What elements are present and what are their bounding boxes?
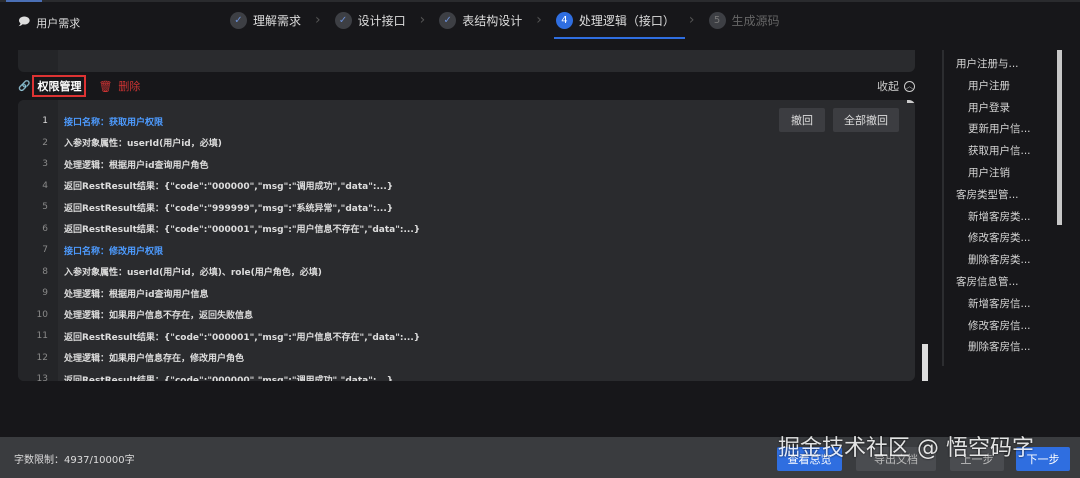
code-line: 5 返回RestResult结果：{"code":"999999","msg":"… — [18, 197, 393, 217]
outline-item[interactable]: 用户注销 — [968, 165, 1010, 180]
line-text: 返回RestResult结果：{"code":"000001","msg":"用… — [64, 332, 421, 343]
line-text: 处理逻辑：根据用户id查询用户角色 — [64, 160, 209, 171]
line-number: 2 — [42, 137, 48, 148]
code-line: 6 返回RestResult结果：{"code":"000001","msg":"… — [18, 219, 420, 239]
line-text: 入参对象属性：userId(用户id，必填)、role(用户角色，必填) — [64, 268, 322, 278]
step-label: 设计接口 — [357, 13, 406, 28]
word-limit: 字数限制：4937/10000字 — [14, 455, 135, 466]
line-number: 1 — [42, 116, 48, 126]
outline-item[interactable]: 用户登录 — [968, 100, 1010, 115]
line-number: 4 — [42, 180, 48, 191]
line-text: 入参对象属性：userId(用户id，必填) — [64, 139, 222, 149]
outline-item[interactable]: 客房信息管... — [956, 274, 1019, 289]
step-3[interactable]: ✓ 表结构设计 — [439, 8, 522, 32]
code-line: 10 处理逻辑：如果用户信息不存在，返回失败信息 — [18, 305, 253, 325]
step-number: ✓ — [334, 11, 352, 29]
revert-all-button[interactable]: 全部撤回 — [833, 108, 899, 132]
code-line: 8 入参对象属性：userId(用户id，必填)、role(用户角色，必填) — [18, 262, 322, 282]
chevron-up-icon: ︿ — [904, 80, 915, 92]
step-number: ✓ — [230, 11, 247, 29]
header: 🗩 用户需求 ✓ 理解需求 › ✓ 设计接口 › ✓ 表结构设计 › 4 处理逻辑（接口） › 5 生成源码 — [0, 2, 1080, 39]
line-text: 处理逻辑：根据用户id查询用户信息 — [64, 289, 209, 300]
stepper: ✓ 理解需求 › ✓ 设计接口 › ✓ 表结构设计 › 4 处理逻辑（接口） › 5 生成源码 — [230, 8, 780, 39]
line-number: 12 — [36, 352, 48, 363]
code-line: 13 返回RestResult结果：{"code":"000000","msg":… — [18, 369, 394, 382]
outline-item[interactable]: 用户注册 — [968, 78, 1010, 93]
code-line: 12 处理逻辑：如果用户信息存在，修改用户角色 — [18, 348, 244, 368]
code-line: 3 处理逻辑：根据用户id查询用户角色 — [18, 154, 209, 174]
outline-item[interactable]: 获取用户信... — [968, 143, 1031, 158]
outline-item[interactable]: 新增客房信... — [968, 296, 1031, 311]
step-number: 5 — [708, 11, 726, 29]
line-number: 8 — [42, 266, 48, 277]
step-1[interactable]: ✓ 理解需求 — [230, 8, 301, 32]
line-number: 5 — [42, 202, 48, 212]
outline-item[interactable]: 新增客房类... — [968, 209, 1031, 224]
previous-section-editor — [18, 50, 915, 72]
comment-icon: 🗩 — [18, 15, 31, 28]
code-line: 4 返回RestResult结果：{"code":"000000","msg":"… — [18, 176, 393, 196]
link-icon: 🔗 — [18, 80, 31, 92]
step-label: 处理逻辑（接口） — [578, 13, 675, 28]
outline-panel: 用户注册与... 用户注册用户登录更新用户信... 获取用户信... 用户注销客房类型… — [942, 50, 1074, 366]
watermark: 掘金技术社区 @ 悟空码字 — [778, 436, 1034, 461]
code-line: 7 接口名称：修改用户权限 — [18, 240, 163, 260]
line-number: 10 — [36, 309, 48, 320]
outline-item[interactable]: 更新用户信... — [968, 121, 1031, 136]
section-name[interactable]: 权限管理 — [32, 75, 87, 97]
line-text: 接口名称：修改用户权限 — [64, 246, 164, 257]
outline-item[interactable]: 修改客房类... — [968, 230, 1031, 245]
outline-scrollbar[interactable] — [1057, 50, 1062, 225]
line-number: 13 — [36, 374, 48, 381]
line-number: 11 — [36, 331, 48, 341]
delete-button[interactable]: 🗑 删除 — [98, 78, 140, 94]
code-editor[interactable]: 撤回 全部撤回 1 接口名称：获取用户权限 2 入参对象属性：userId(用户id，… — [18, 100, 915, 381]
step-5[interactable]: 5 生成源码 — [708, 8, 780, 32]
page-title: 🗩 用户需求 — [18, 13, 80, 32]
outline-item[interactable]: 删除客房信... — [968, 339, 1031, 354]
outline-item[interactable]: 修改客房信... — [968, 318, 1031, 333]
line-number: 3 — [42, 159, 48, 169]
code-line: 2 入参对象属性：userId(用户id，必填) — [18, 133, 222, 153]
collapse-button[interactable]: 收起 ︿ — [877, 78, 915, 94]
chevron-right-icon: › — [688, 12, 695, 28]
line-number: 9 — [42, 288, 48, 298]
code-line: 1 接口名称：获取用户权限 — [18, 111, 163, 131]
revert-button[interactable]: 撤回 — [779, 108, 825, 132]
line-text: 处理逻辑：如果用户信息不存在，返回失败信息 — [64, 311, 254, 321]
outline-item[interactable]: 删除客房类... — [968, 252, 1031, 267]
line-text: 返回RestResult结果：{"code":"999999","msg":"系… — [64, 203, 394, 214]
code-line: 9 处理逻辑：根据用户id查询用户信息 — [18, 283, 209, 303]
chevron-right-icon: › — [419, 12, 426, 28]
outline-item[interactable]: 客房类型管... — [956, 187, 1019, 202]
chevron-right-icon: › — [315, 12, 321, 28]
page-scrollbar[interactable] — [922, 344, 928, 381]
step-number: ✓ — [439, 11, 457, 29]
line-text: 处理逻辑：如果用户信息存在，修改用户角色 — [64, 354, 245, 364]
step-2[interactable]: ✓ 设计接口 — [334, 8, 406, 32]
line-text: 接口名称：获取用户权限 — [64, 117, 164, 128]
trash-icon: 🗑 — [98, 79, 113, 93]
line-text: 返回RestResult结果：{"code":"000000","msg":"调… — [64, 182, 394, 192]
code-line: 11 返回RestResult结果：{"code":"000001","msg":… — [18, 326, 421, 346]
step-number: 4 — [555, 11, 573, 29]
line-number: 6 — [42, 223, 48, 234]
step-label: 生成源码 — [731, 13, 780, 28]
section-header: 🔗 权限管理 🗑 删除 收起 ︿ — [18, 75, 915, 97]
line-number: 7 — [42, 245, 48, 255]
step-4[interactable]: 4 处理逻辑（接口） — [553, 8, 685, 39]
outline-item[interactable]: 用户注册与... — [956, 56, 1019, 71]
step-label: 表结构设计 — [462, 13, 523, 28]
line-text: 返回RestResult结果：{"code":"000001","msg":"用… — [64, 225, 421, 235]
step-label: 理解需求 — [253, 13, 302, 28]
line-text: 返回RestResult结果：{"code":"000000","msg":"调… — [64, 375, 394, 382]
chevron-right-icon: › — [536, 12, 542, 28]
editor-scrollbar[interactable] — [907, 100, 915, 103]
